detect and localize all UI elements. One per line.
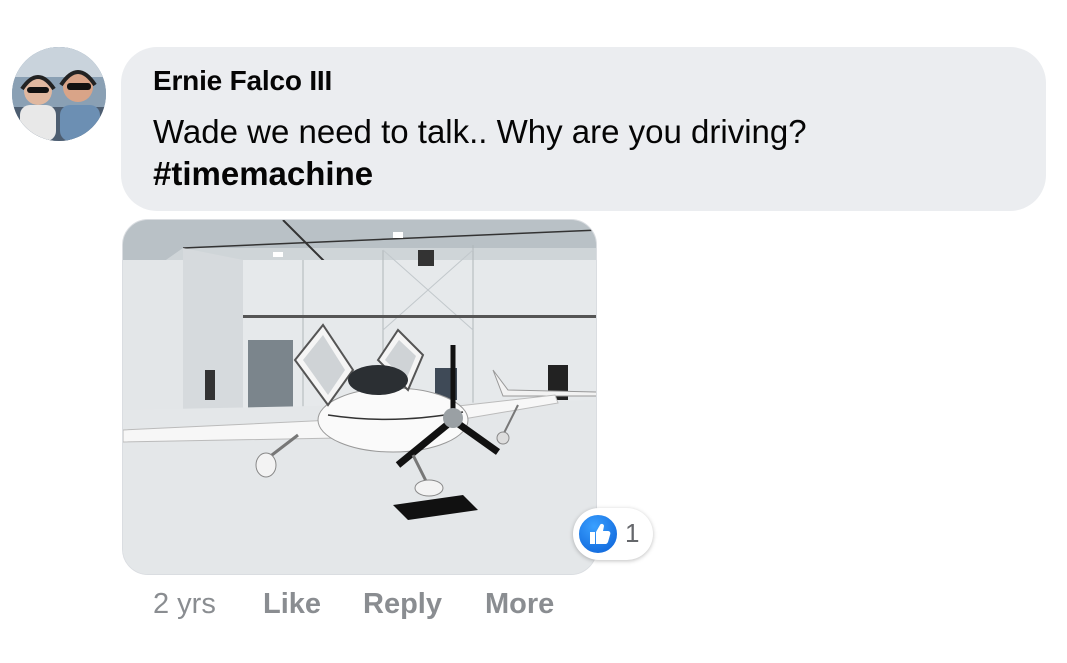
reaction-summary[interactable]: 1 bbox=[573, 508, 653, 560]
reaction-count: 1 bbox=[625, 518, 640, 548]
avatar[interactable] bbox=[12, 47, 106, 141]
hashtag-link[interactable]: #timemachine bbox=[153, 153, 807, 195]
airplane-hangar-photo bbox=[123, 220, 596, 574]
comment-photo[interactable] bbox=[122, 219, 597, 575]
comment-bubble: Ernie Falco III Wade we need to talk.. W… bbox=[121, 47, 1046, 211]
like-button[interactable]: Like bbox=[263, 588, 321, 621]
reply-button[interactable]: Reply bbox=[363, 588, 442, 621]
comment-body: Wade we need to talk.. Why are you drivi… bbox=[153, 113, 807, 150]
avatar-photo bbox=[12, 47, 106, 141]
timestamp[interactable]: 2 yrs bbox=[153, 588, 216, 621]
like-icon bbox=[577, 513, 619, 555]
comment-text: Wade we need to talk.. Why are you drivi… bbox=[153, 111, 807, 195]
more-button[interactable]: More bbox=[485, 588, 554, 621]
comment-author[interactable]: Ernie Falco III bbox=[153, 65, 332, 97]
